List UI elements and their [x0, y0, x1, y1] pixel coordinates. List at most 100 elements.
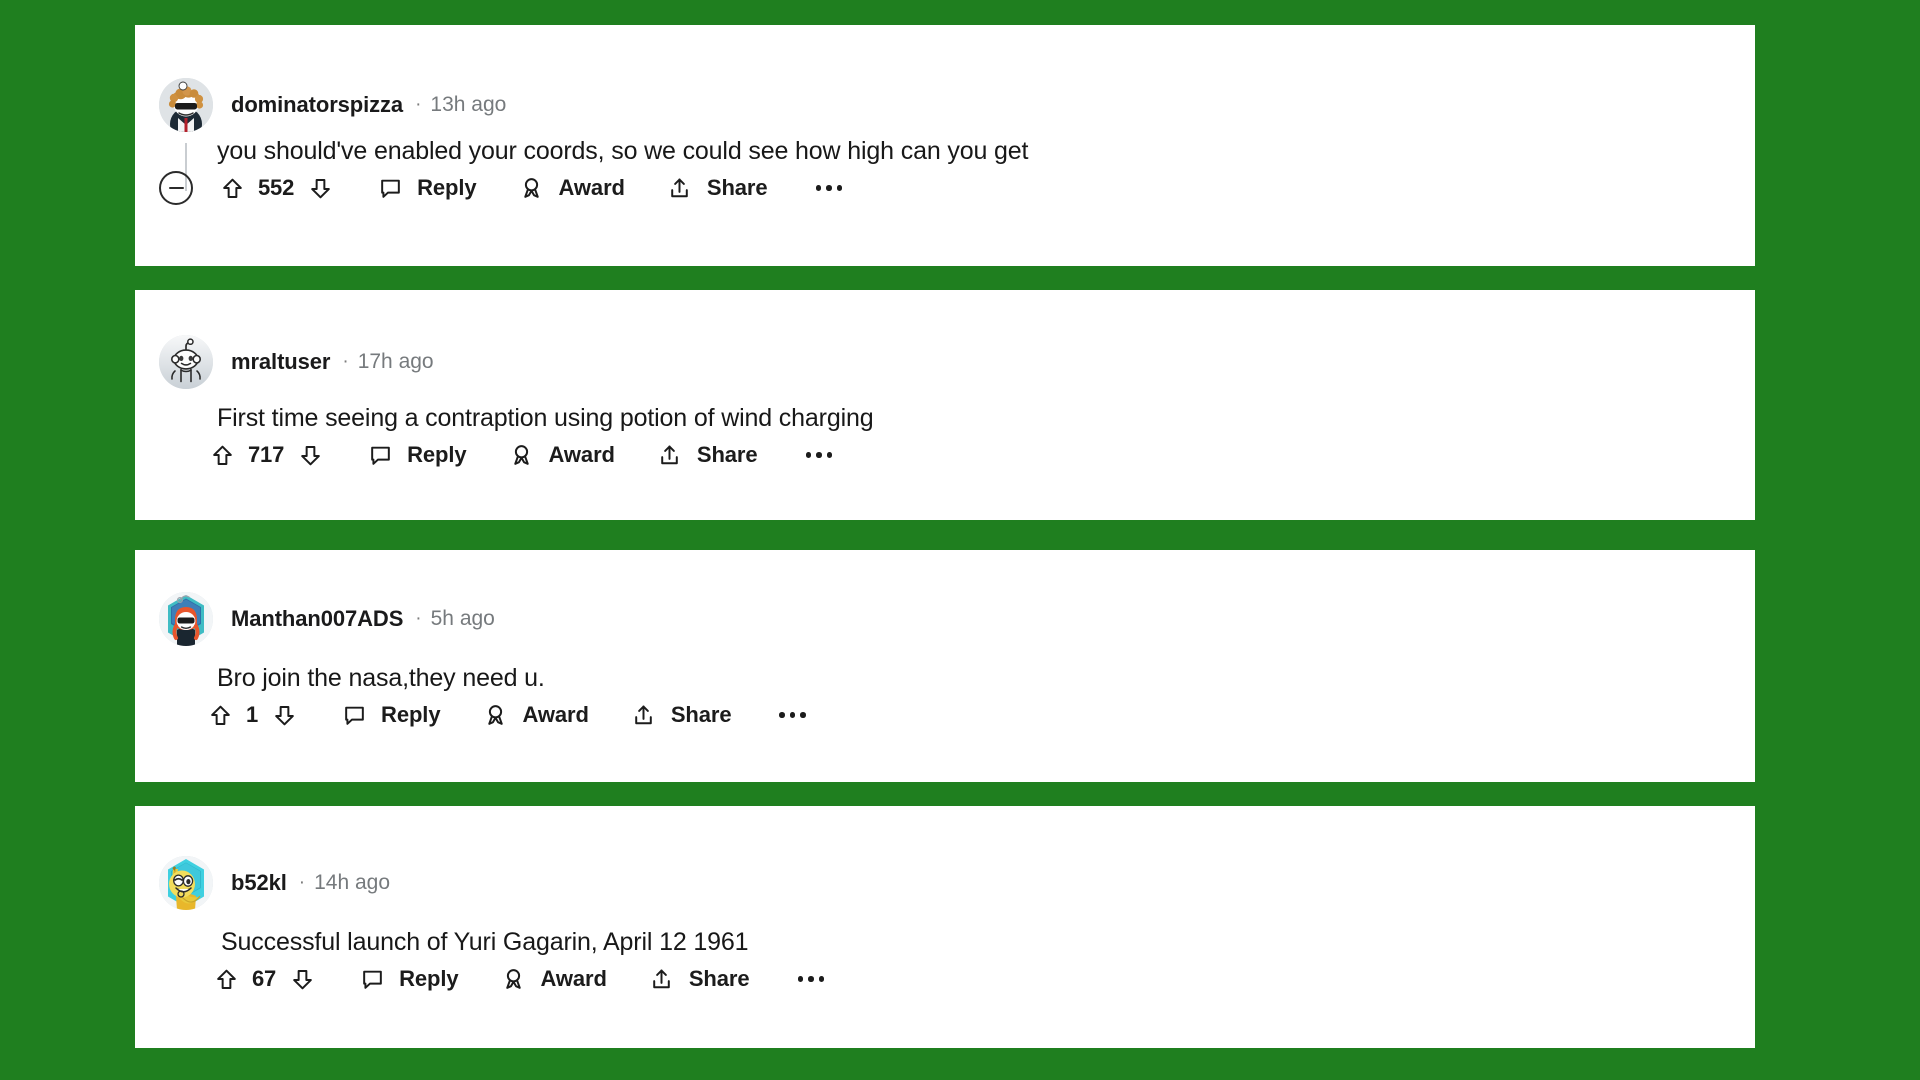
- comment-username[interactable]: b52kl: [231, 870, 287, 896]
- award-button[interactable]: Award: [507, 440, 615, 470]
- more-options-icon: [836, 185, 843, 191]
- avatar-orange-hood-sunglasses-icon: [159, 592, 213, 646]
- minus-circle-icon: [168, 186, 184, 190]
- more-options-icon: [779, 712, 785, 718]
- more-options-button[interactable]: [794, 968, 829, 990]
- upvote-button[interactable]: [211, 964, 241, 994]
- award-ribbon-icon: [499, 964, 529, 994]
- more-options-icon: [797, 976, 803, 982]
- more-options-button[interactable]: [802, 444, 837, 466]
- comment-card: mraltuser · 17h ago First time seeing a …: [135, 290, 1755, 520]
- vote-count: 1: [246, 702, 259, 727]
- more-options-button[interactable]: [812, 177, 847, 199]
- avatar[interactable]: [159, 592, 213, 646]
- avatar[interactable]: [159, 856, 213, 910]
- more-options-icon: [800, 712, 806, 718]
- more-options-icon: [826, 452, 833, 458]
- downvote-arrow-icon: [274, 705, 294, 725]
- share-upload-icon: [647, 964, 677, 994]
- separator-dot: ·: [342, 351, 349, 372]
- reply-label: Reply: [407, 442, 467, 467]
- share-button[interactable]: Share: [647, 964, 750, 994]
- comment-header: dominatorspizza · 13h ago: [159, 78, 506, 132]
- reply-label: Reply: [417, 175, 477, 200]
- comment-action-bar: 1 Reply Award Share: [205, 700, 810, 730]
- reply-label: Reply: [381, 702, 441, 727]
- comment-action-bar: 67 Reply Award Share: [211, 964, 828, 994]
- award-label: Award: [558, 175, 625, 200]
- award-ribbon-icon: [480, 700, 510, 730]
- comment-text: Bro join the nasa,they need u.: [217, 664, 545, 692]
- share-button[interactable]: Share: [665, 173, 768, 203]
- comment-header: b52kl · 14h ago: [159, 856, 390, 910]
- award-ribbon-icon: [507, 440, 537, 470]
- downvote-button[interactable]: [287, 964, 317, 994]
- downvote-button[interactable]: [295, 440, 325, 470]
- vote-group: 1: [205, 700, 299, 730]
- award-button[interactable]: Award: [517, 173, 625, 203]
- reply-button[interactable]: Reply: [339, 700, 441, 730]
- comment-username[interactable]: Manthan007ADS: [231, 606, 403, 632]
- comment-timestamp: 5h ago: [430, 607, 495, 630]
- vote-group: 552: [217, 173, 335, 203]
- share-upload-icon: [655, 440, 685, 470]
- more-options-icon: [789, 712, 796, 718]
- separator-dot: ·: [415, 94, 422, 115]
- award-label: Award: [540, 966, 607, 991]
- comment-header: Manthan007ADS · 5h ago: [159, 592, 495, 646]
- downvote-button[interactable]: [269, 700, 299, 730]
- collapse-comment-button[interactable]: [159, 171, 193, 205]
- award-ribbon-icon: [517, 173, 547, 203]
- share-button[interactable]: Share: [655, 440, 758, 470]
- upvote-arrow-icon: [212, 445, 232, 465]
- avatar[interactable]: [159, 78, 213, 132]
- share-upload-icon: [629, 700, 659, 730]
- share-label: Share: [688, 966, 750, 991]
- upvote-button[interactable]: [217, 173, 247, 203]
- comment-card: b52kl · 14h ago Successful launch of Yur…: [135, 806, 1755, 1048]
- avatar[interactable]: [159, 335, 213, 389]
- vote-count: 717: [248, 442, 285, 467]
- vote-group: 717: [207, 440, 325, 470]
- upvote-button[interactable]: [207, 440, 237, 470]
- vote-count: 67: [252, 966, 277, 991]
- reply-button[interactable]: Reply: [375, 173, 477, 203]
- comment-username[interactable]: dominatorspizza: [231, 92, 403, 118]
- more-options-icon: [826, 185, 832, 191]
- comment-bubble-icon: [375, 173, 405, 203]
- comment-bubble-icon: [357, 964, 387, 994]
- downvote-arrow-icon: [310, 178, 330, 198]
- reply-button[interactable]: Reply: [365, 440, 467, 470]
- more-options-icon: [818, 976, 824, 982]
- downvote-button[interactable]: [305, 173, 335, 203]
- more-options-button[interactable]: [775, 704, 810, 726]
- share-label: Share: [706, 175, 768, 200]
- reply-label: Reply: [399, 966, 459, 991]
- award-label: Award: [522, 702, 589, 727]
- comment-action-bar: 552 Reply Award Share: [159, 171, 846, 205]
- separator-dot: ·: [415, 608, 422, 629]
- downvote-arrow-icon: [300, 445, 320, 465]
- award-button[interactable]: Award: [480, 700, 589, 730]
- comment-bubble-icon: [339, 700, 369, 730]
- avatar-yellow-banana-icon: [159, 856, 213, 910]
- share-label: Share: [696, 442, 758, 467]
- reply-button[interactable]: Reply: [357, 964, 459, 994]
- comment-text: you should've enabled your coords, so we…: [217, 137, 1029, 165]
- avatar-curly-hair-sunglasses-suit-icon: [159, 78, 213, 132]
- avatar-default-snoo-icon: [159, 335, 213, 389]
- award-button[interactable]: Award: [499, 964, 607, 994]
- comment-bubble-icon: [365, 440, 395, 470]
- more-options-icon: [805, 452, 812, 458]
- separator-dot: ·: [298, 872, 306, 893]
- award-label: Award: [548, 442, 615, 467]
- upvote-arrow-icon: [222, 178, 242, 198]
- upvote-button[interactable]: [205, 700, 235, 730]
- comment-timestamp: 14h ago: [314, 871, 391, 894]
- share-label: Share: [670, 702, 732, 727]
- share-button[interactable]: Share: [629, 700, 732, 730]
- comment-timestamp: 17h ago: [357, 350, 434, 373]
- comment-action-bar: 717 Reply Award Share: [207, 440, 836, 470]
- comment-username[interactable]: mraltuser: [231, 349, 330, 375]
- comments-page: dominatorspizza · 13h ago you should've …: [0, 0, 1920, 1080]
